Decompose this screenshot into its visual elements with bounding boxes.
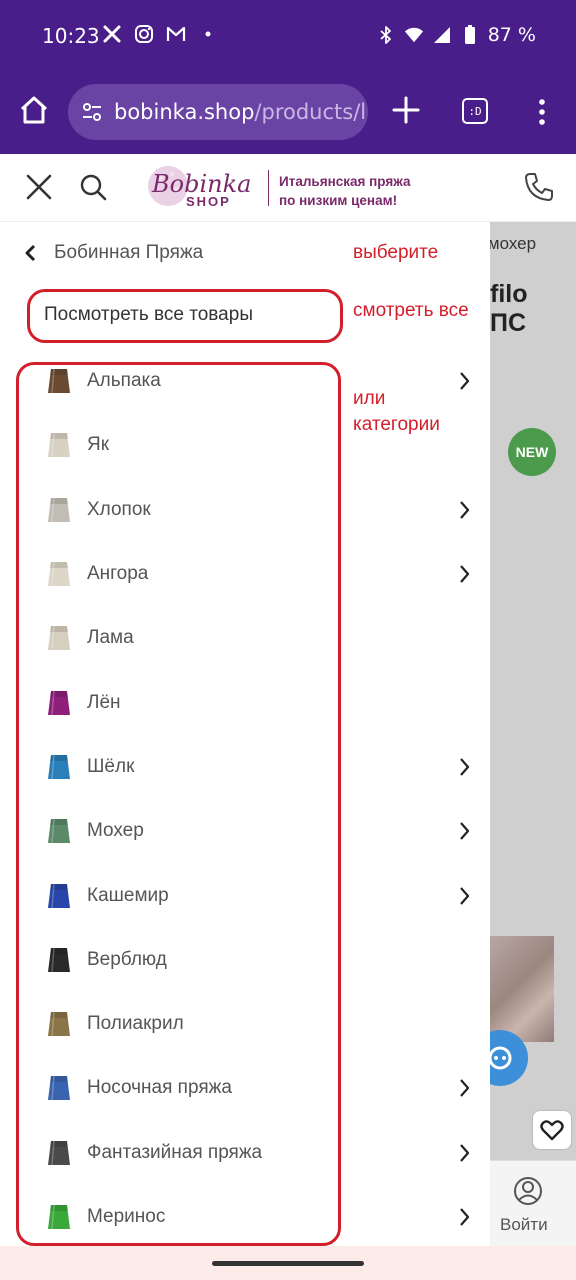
search-icon xyxy=(80,174,107,201)
url-text: bobinka.shop/products/l xyxy=(114,100,366,124)
wishlist-button[interactable] xyxy=(532,1110,572,1150)
product-title: filo ПС xyxy=(490,280,528,338)
signal-icon xyxy=(432,25,452,45)
url-path: /products/l xyxy=(254,100,367,124)
phone-button[interactable] xyxy=(522,170,556,204)
home-icon xyxy=(20,96,48,124)
battery-percent: 87 % xyxy=(487,24,536,46)
browser-toolbar: bobinka.shop/products/l :D xyxy=(0,72,576,154)
chevron-right-icon[interactable] xyxy=(455,563,473,585)
status-time: 10:23 xyxy=(42,24,100,48)
chevron-right-icon[interactable] xyxy=(455,1077,473,1099)
annotation-or: или xyxy=(353,388,386,409)
annotation-box-view-all xyxy=(27,289,343,343)
tab-count: :D xyxy=(468,104,482,118)
product-thumbnail xyxy=(490,936,554,1042)
chevron-left-icon xyxy=(25,244,36,262)
annotation-see-all: смотреть все xyxy=(353,300,469,321)
site-header: Bobinka SHOP Итальянская пряжа по низким… xyxy=(0,154,576,222)
login-nav-item[interactable]: Войти xyxy=(490,1160,576,1246)
tagline-line1: Итальянская пряжа xyxy=(279,174,411,189)
chevron-right-icon[interactable] xyxy=(455,499,473,521)
phone-icon xyxy=(525,173,553,201)
logo-divider xyxy=(268,170,269,206)
instagram-icon xyxy=(134,24,154,44)
site-logo[interactable]: Bobinka SHOP xyxy=(146,160,266,214)
more-vert-icon xyxy=(539,99,545,125)
background-product-page: дмохер filo ПС NEW Войти xyxy=(490,222,576,1246)
chat-icon xyxy=(490,1046,512,1070)
chevron-right-icon[interactable] xyxy=(455,1142,473,1164)
login-label: Войти xyxy=(500,1215,548,1234)
logo-sub-text: SHOP xyxy=(186,194,231,209)
browser-menu-button[interactable] xyxy=(532,96,552,128)
home-gesture-handle[interactable] xyxy=(212,1261,364,1266)
back-to-parent-category[interactable]: Бобинная Пряжа xyxy=(22,238,203,268)
close-icon xyxy=(26,174,52,200)
annotation-categories: категории xyxy=(353,414,440,435)
new-badge: NEW xyxy=(508,428,556,476)
system-nav-bar xyxy=(0,1246,576,1280)
dot-icon xyxy=(198,24,218,44)
chevron-right-icon[interactable] xyxy=(455,885,473,907)
annotation-choose: выберите xyxy=(353,242,439,263)
parent-category-label: Бобинная Пряжа xyxy=(54,242,204,263)
home-button[interactable] xyxy=(16,92,52,128)
tools-icon xyxy=(102,24,122,44)
site-settings-icon[interactable] xyxy=(80,100,104,124)
bluetooth-icon xyxy=(376,25,396,45)
tab-switcher-button[interactable]: :D xyxy=(462,98,488,124)
product-title-line2: ПС xyxy=(490,309,527,337)
close-menu-button[interactable] xyxy=(24,172,54,202)
user-icon xyxy=(514,1177,542,1205)
plus-icon xyxy=(392,96,420,124)
url-host: bobinka.shop xyxy=(114,100,255,124)
heart-icon xyxy=(540,1120,564,1141)
tagline-line2: по низким ценам! xyxy=(279,193,398,208)
gmail-icon xyxy=(166,24,186,44)
battery-icon xyxy=(460,25,480,45)
annotation-box-categories xyxy=(16,362,341,1246)
breadcrumb: дмохер xyxy=(490,234,537,253)
search-button[interactable] xyxy=(78,172,108,202)
chevron-right-icon[interactable] xyxy=(455,370,473,392)
site-tagline: Итальянская пряжа по низким ценам! xyxy=(279,172,410,210)
new-tab-button[interactable] xyxy=(390,94,422,126)
status-bar: 10:23 87 % xyxy=(0,0,576,72)
address-bar[interactable]: bobinka.shop/products/l xyxy=(68,84,368,140)
product-title-line1: filo xyxy=(490,280,528,308)
chevron-right-icon[interactable] xyxy=(455,820,473,842)
wifi-icon xyxy=(404,25,424,45)
chevron-right-icon[interactable] xyxy=(455,1206,473,1228)
chevron-right-icon[interactable] xyxy=(455,756,473,778)
